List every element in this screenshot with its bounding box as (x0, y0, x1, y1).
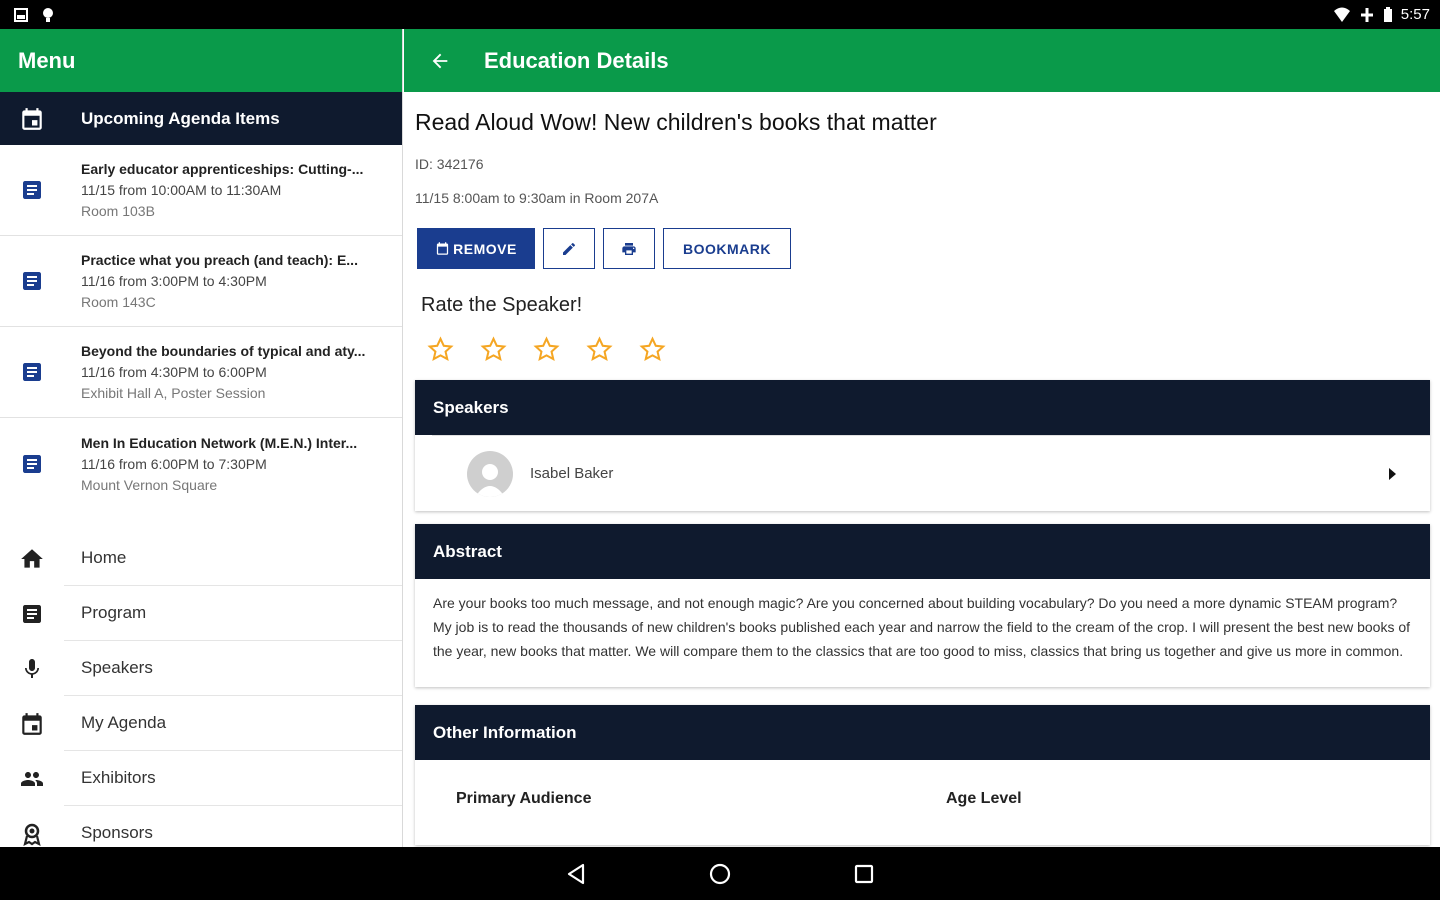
clock: 5:57 (1400, 6, 1430, 23)
speakers-card: Speakers Isabel Baker (415, 380, 1430, 511)
nav-item-label: Sponsors (64, 806, 402, 847)
agenda-item-location: Room 143C (81, 294, 156, 310)
age-level-label: Age Level (946, 790, 1022, 807)
system-nav-bar (0, 847, 1440, 900)
calendar-icon (22, 712, 42, 735)
speakers-header: Speakers (415, 380, 1430, 435)
battery-icon (1383, 6, 1392, 22)
agenda-item[interactable]: Practice what you preach (and teach): E.… (0, 236, 402, 327)
triangle-back-icon (567, 863, 585, 884)
nav-item-label: Speakers (64, 641, 402, 696)
upcoming-agenda-label: Upcoming Agenda Items (81, 108, 280, 128)
nav-home-button[interactable] (703, 857, 737, 891)
agenda-item-location: Mount Vernon Square (81, 476, 218, 493)
nav-item-program[interactable]: Program (0, 586, 402, 641)
nav-item-label: Exhibitors (64, 751, 402, 806)
agenda-item-title: Beyond the boundaries of typical and aty… (81, 343, 366, 359)
other-information-row: Primary Audience Age Level (415, 760, 1430, 808)
agenda-item-time: 11/15 from 10:00AM to 11:30AM (81, 182, 282, 198)
microphone-icon (25, 658, 39, 678)
star-icon[interactable] (639, 336, 666, 363)
star-icon[interactable] (427, 336, 454, 363)
calendar-icon (21, 107, 42, 130)
star-icon[interactable] (533, 336, 560, 363)
arrow-back-icon (432, 53, 448, 68)
page-title: Education Details (484, 47, 669, 73)
rate-speaker-title: Rate the Speaker! (421, 294, 583, 316)
document-icon (22, 454, 41, 473)
person-icon (475, 463, 505, 497)
session-id: ID: 342176 (415, 156, 484, 172)
bookmark-button[interactable]: BOOKMARK (663, 228, 791, 269)
print-button[interactable] (603, 228, 655, 269)
agenda-list: Early educator apprenticeships: Cutting-… (0, 145, 402, 509)
nav-item-sponsors[interactable]: Sponsors (0, 806, 402, 847)
status-bar: 5:57 (0, 0, 1440, 29)
nav-item-label: Program (64, 586, 402, 641)
calendar-remove-icon (437, 242, 449, 255)
square-recents-icon (854, 864, 874, 883)
primary-audience-label: Primary Audience (456, 790, 592, 807)
agenda-item[interactable]: Men In Education Network (M.E.N.) Inter.… (0, 418, 402, 509)
nav-item-label: My Agenda (64, 696, 402, 751)
details-content: Read Aloud Wow! New children's books tha… (404, 109, 1440, 845)
other-information-card: Other Information Primary Audience Age L… (415, 705, 1430, 845)
upcoming-agenda-header[interactable]: Upcoming Agenda Items (0, 92, 402, 145)
main-panel: Education Details Read Aloud Wow! New ch… (404, 29, 1440, 847)
agenda-item-title: Practice what you preach (and teach): E.… (81, 252, 358, 268)
award-icon (23, 823, 41, 846)
star-icon[interactable] (480, 336, 507, 363)
speaker-row[interactable]: Isabel Baker (432, 435, 1430, 511)
edit-button[interactable] (543, 228, 595, 269)
remove-button[interactable]: REMOVE (417, 228, 535, 269)
nav-back-button[interactable] (559, 857, 593, 891)
agenda-item-time: 11/16 from 3:00PM to 4:30PM (81, 273, 267, 289)
bulb-icon (43, 7, 53, 22)
navigation-drawer: Menu Upcoming Agenda Items Early educato… (0, 29, 403, 847)
action-buttons: REMOVE BOOKMARK (417, 228, 1430, 269)
agenda-item-title: Men In Education Network (M.E.N.) Inter.… (81, 434, 358, 451)
circle-home-icon (709, 863, 731, 884)
nav-item-speakers[interactable]: Speakers (0, 641, 402, 696)
agenda-item-location: Exhibit Hall A, Poster Session (81, 385, 266, 401)
nav-item-label: Home (64, 531, 402, 586)
drawer-nav: Home Program Speakers My Agenda Exhibito… (0, 531, 402, 847)
drawer-title: Menu (0, 29, 402, 92)
agenda-item-location: Room 103B (81, 203, 155, 219)
document-icon (22, 363, 41, 381)
nav-recents-button[interactable] (847, 857, 881, 891)
abstract-text: Are your books too much message, and not… (433, 595, 1411, 659)
agenda-item-time: 11/16 from 4:30PM to 6:00PM (81, 364, 267, 380)
nav-item-exhibitors[interactable]: Exhibitors (0, 751, 402, 806)
print-icon (622, 242, 636, 255)
app-bar: Education Details (404, 29, 1440, 92)
chevron-right-icon (1389, 467, 1396, 480)
home-icon (21, 548, 43, 568)
document-icon (22, 181, 41, 199)
rating-stars (427, 336, 1430, 363)
nav-item-my-agenda[interactable]: My Agenda (0, 696, 402, 751)
abstract-header: Abstract (415, 524, 1430, 579)
people-icon (21, 771, 43, 786)
remove-label: REMOVE (453, 240, 517, 257)
avatar (467, 450, 513, 497)
wifi-icon (1333, 7, 1350, 22)
document-icon (22, 272, 41, 290)
agenda-item-time: 11/16 from 6:00PM to 7:30PM (81, 455, 267, 472)
session-title: Read Aloud Wow! New children's books tha… (415, 109, 937, 135)
pencil-icon (563, 242, 576, 255)
notification-icon (14, 7, 28, 22)
program-icon (23, 604, 41, 623)
star-icon[interactable] (586, 336, 613, 363)
back-button[interactable] (404, 50, 476, 72)
abstract-card: Abstract Are your books too much message… (415, 524, 1430, 687)
nav-item-home[interactable]: Home (0, 531, 402, 586)
agenda-item[interactable]: Early educator apprenticeships: Cutting-… (0, 145, 402, 236)
signal-icon (1360, 7, 1373, 22)
agenda-item[interactable]: Beyond the boundaries of typical and aty… (0, 327, 402, 418)
speaker-name: Isabel Baker (530, 465, 614, 482)
agenda-item-title: Early educator apprenticeships: Cutting-… (81, 161, 364, 177)
other-information-header: Other Information (415, 705, 1430, 760)
session-time: 11/15 8:00am to 9:30am in Room 207A (415, 190, 659, 206)
